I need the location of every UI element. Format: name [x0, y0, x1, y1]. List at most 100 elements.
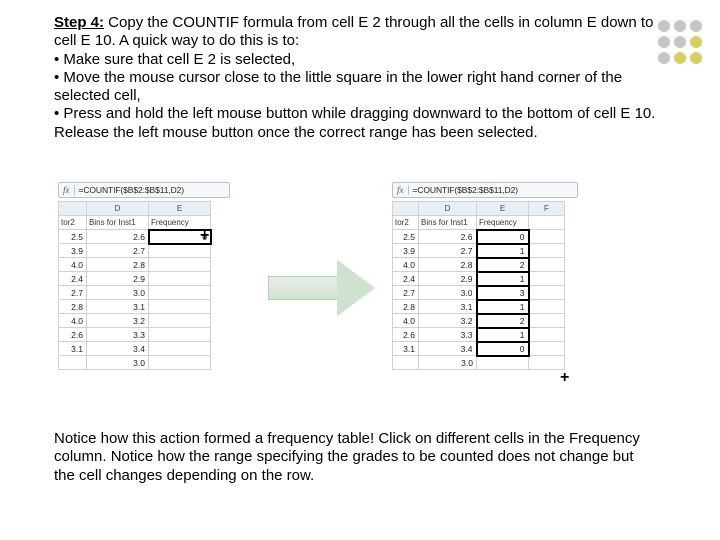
- cell: 2.9: [87, 272, 149, 286]
- bullet-2: • Move the mouse cursor close to the lit…: [54, 69, 664, 106]
- cell: [529, 272, 565, 286]
- hdr-tor2: tor2: [59, 216, 87, 230]
- cell: 4.0: [393, 314, 419, 328]
- cell: [477, 356, 529, 370]
- cell: 3.1: [87, 300, 149, 314]
- cell: 2.6: [393, 328, 419, 342]
- col-f: F: [529, 202, 565, 216]
- cell: [149, 258, 211, 272]
- formula-text: =COUNTIF($B$2:$B$11,D2): [75, 185, 189, 195]
- fill-handle-cursor-icon: +: [200, 228, 209, 244]
- cell: 2.6: [87, 230, 149, 244]
- fx-icon: fx: [393, 185, 409, 195]
- cell: 2.6: [419, 230, 477, 244]
- step-label: Step 4:: [54, 14, 104, 31]
- cell: 3.1: [59, 342, 87, 356]
- cell: [529, 342, 565, 356]
- cell: 2.4: [59, 272, 87, 286]
- cell: 3.4: [87, 342, 149, 356]
- outro-text: Notice how this action formed a frequenc…: [54, 430, 654, 485]
- cell: [529, 356, 565, 370]
- cell: 3.4: [419, 342, 477, 356]
- formula-bar: fx =COUNTIF($B$2:$B$11,D2): [392, 182, 578, 198]
- decorative-dots: [658, 20, 702, 64]
- cell: [529, 244, 565, 258]
- cell-range: 2: [477, 314, 529, 328]
- cell: 3.0: [87, 356, 149, 370]
- cell: [149, 342, 211, 356]
- cell: [149, 272, 211, 286]
- cell: [529, 300, 565, 314]
- cell: 2.5: [393, 230, 419, 244]
- cell: 2.9: [419, 272, 477, 286]
- cell: 3.9: [59, 244, 87, 258]
- col-blank: [59, 202, 87, 216]
- cell-range: 0: [477, 230, 529, 244]
- cell: 2.8: [87, 258, 149, 272]
- cell: 3.3: [87, 328, 149, 342]
- cell: [393, 356, 419, 370]
- cell-range: 3: [477, 286, 529, 300]
- fill-handle-cursor-icon: +: [560, 370, 569, 386]
- cell: 2.7: [87, 244, 149, 258]
- cell: 3.3: [419, 328, 477, 342]
- hdr-blank: [529, 216, 565, 230]
- instruction-text: Step 4: Copy the COUNTIF formula from ce…: [54, 14, 664, 142]
- cell: [149, 300, 211, 314]
- intro-text: Copy the COUNTIF formula from cell E 2 t…: [54, 14, 653, 49]
- cell-range: 0: [477, 342, 529, 356]
- formula-text: =COUNTIF($B$2:$B$11,D2): [409, 185, 523, 195]
- cell: [149, 328, 211, 342]
- spreadsheet-before: fx =COUNTIF($B$2:$B$11,D2) D E tor2 Bins…: [58, 182, 230, 370]
- cell: 4.0: [59, 314, 87, 328]
- formula-bar: fx =COUNTIF($B$2:$B$11,D2): [58, 182, 230, 198]
- cell: 2.5: [59, 230, 87, 244]
- cell: 4.0: [59, 258, 87, 272]
- grid-left: D E tor2 Bins for Inst1 Frequency 2.52.6…: [58, 201, 211, 370]
- cell: 2.7: [393, 286, 419, 300]
- cell: 2.8: [419, 258, 477, 272]
- cell-range: 1: [477, 272, 529, 286]
- hdr-bins: Bins for Inst1: [419, 216, 477, 230]
- col-d: D: [419, 202, 477, 216]
- cell: [59, 356, 87, 370]
- cell: 3.0: [87, 286, 149, 300]
- grid-right: D E F tor2 Bins for Inst1 Frequency 2.52…: [392, 201, 565, 370]
- cell: 3.2: [87, 314, 149, 328]
- cell-range: 1: [477, 244, 529, 258]
- cell: [529, 328, 565, 342]
- hdr-tor2: tor2: [393, 216, 419, 230]
- spreadsheet-after: fx =COUNTIF($B$2:$B$11,D2) D E F tor2 Bi…: [392, 182, 578, 370]
- cell: [149, 356, 211, 370]
- cell: [529, 314, 565, 328]
- cell-range: 1: [477, 300, 529, 314]
- cell: 3.2: [419, 314, 477, 328]
- cell: [149, 244, 211, 258]
- cell: 3.0: [419, 286, 477, 300]
- cell: [529, 258, 565, 272]
- hdr-bins: Bins for Inst1: [87, 216, 149, 230]
- cell: 2.7: [59, 286, 87, 300]
- cell: [529, 286, 565, 300]
- col-blank: [393, 202, 419, 216]
- bullet-1: • Make sure that cell E 2 is selected,: [54, 51, 664, 69]
- cell: [149, 286, 211, 300]
- cell: 3.9: [393, 244, 419, 258]
- cell: 2.8: [59, 300, 87, 314]
- bullet-3: • Press and hold the left mouse button w…: [54, 105, 664, 142]
- col-e: E: [149, 202, 211, 216]
- hdr-freq: Frequency: [477, 216, 529, 230]
- cell: 3.1: [393, 342, 419, 356]
- cell: 3.0: [419, 356, 477, 370]
- arrow-icon: [268, 260, 378, 316]
- cell: 3.1: [419, 300, 477, 314]
- col-e: E: [477, 202, 529, 216]
- col-d: D: [87, 202, 149, 216]
- cell: 2.6: [59, 328, 87, 342]
- cell-range: 2: [477, 258, 529, 272]
- fx-icon: fx: [59, 185, 75, 195]
- cell: 2.8: [393, 300, 419, 314]
- cell-range: 1: [477, 328, 529, 342]
- cell: [149, 314, 211, 328]
- cell: [529, 230, 565, 244]
